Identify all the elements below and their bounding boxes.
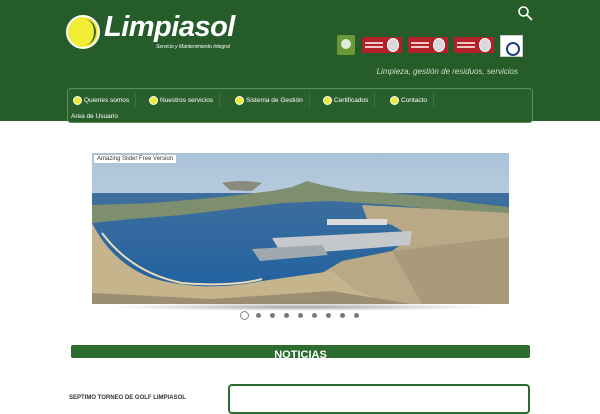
limpiasol-logo[interactable]: Limpiasol Servicio y Mantenimiento Integ… <box>66 11 236 53</box>
nav-item-contacto[interactable]: Contacto <box>390 93 435 107</box>
yellow-ball-icon <box>323 95 332 105</box>
iso-certificate-icon <box>362 37 402 53</box>
quality-certificate-icon <box>500 35 523 57</box>
site-header: Limpiasol Servicio y Mantenimiento Integ… <box>0 0 600 123</box>
slider-dot-active[interactable] <box>240 311 249 320</box>
eco-certificate-icon <box>337 35 355 55</box>
yellow-ball-icon <box>73 95 82 105</box>
main-nav: Quienes somos Nuestros servicios Sistema… <box>67 88 533 123</box>
nav-item-certificados[interactable]: Certificados <box>323 93 376 107</box>
news-heading-bar: NOTICIAS <box>71 345 530 361</box>
iso-certificate-icon <box>408 37 448 53</box>
news-featured-box <box>228 384 530 414</box>
slider-dot[interactable] <box>298 313 303 318</box>
nav-item-label: Quienes somos <box>84 96 130 104</box>
nav-item-label: Area de Usuario <box>71 112 118 120</box>
nav-item-nuestros-servicios[interactable]: Nuestros servicios <box>149 93 221 107</box>
slider-shadow <box>110 303 490 311</box>
slider-dot[interactable] <box>270 313 275 318</box>
slider-dot[interactable] <box>340 313 345 318</box>
search-icon[interactable] <box>517 5 533 21</box>
slider-dot[interactable] <box>326 313 331 318</box>
slider-dot[interactable] <box>284 313 289 318</box>
logo-text: Limpiasol <box>104 11 235 43</box>
header-tagline: Limpieza, gestión de residuos, servicios <box>376 67 518 76</box>
nav-item-label: Contacto <box>401 96 428 104</box>
yellow-ball-icon <box>235 95 244 105</box>
slider-dot[interactable] <box>312 313 317 318</box>
news-heading: NOTICIAS <box>274 349 327 361</box>
nav-item-label: Certificados <box>334 96 369 104</box>
logo-tagline: Servicio y Mantenimiento Integral <box>156 44 230 50</box>
nav-item-label: Sistema de Gestión <box>246 96 303 104</box>
coastal-bay-aerial-photo <box>92 153 509 304</box>
slider-dot[interactable] <box>256 313 261 318</box>
slider-dot[interactable] <box>354 313 359 318</box>
yellow-ball-icon <box>390 95 399 105</box>
logo-ball-icon <box>66 15 100 49</box>
nav-item-quienes-somos[interactable]: Quienes somos <box>73 93 137 107</box>
slider-watermark-label: Amazing Slider Free Version <box>94 155 177 163</box>
iso-certificate-icon <box>454 37 494 53</box>
nav-item-area-de-usuario[interactable]: Area de Usuario <box>71 109 124 123</box>
image-slider[interactable]: Amazing Slider Free Version <box>92 153 509 304</box>
news-first-title[interactable]: SEPTIMO TORNEO DE GOLF LIMPIASOL <box>69 395 186 401</box>
nav-item-label: Nuestros servicios <box>160 96 214 104</box>
nav-item-sistema-de-gestion[interactable]: Sistema de Gestión <box>235 93 310 107</box>
yellow-ball-icon <box>149 95 158 105</box>
